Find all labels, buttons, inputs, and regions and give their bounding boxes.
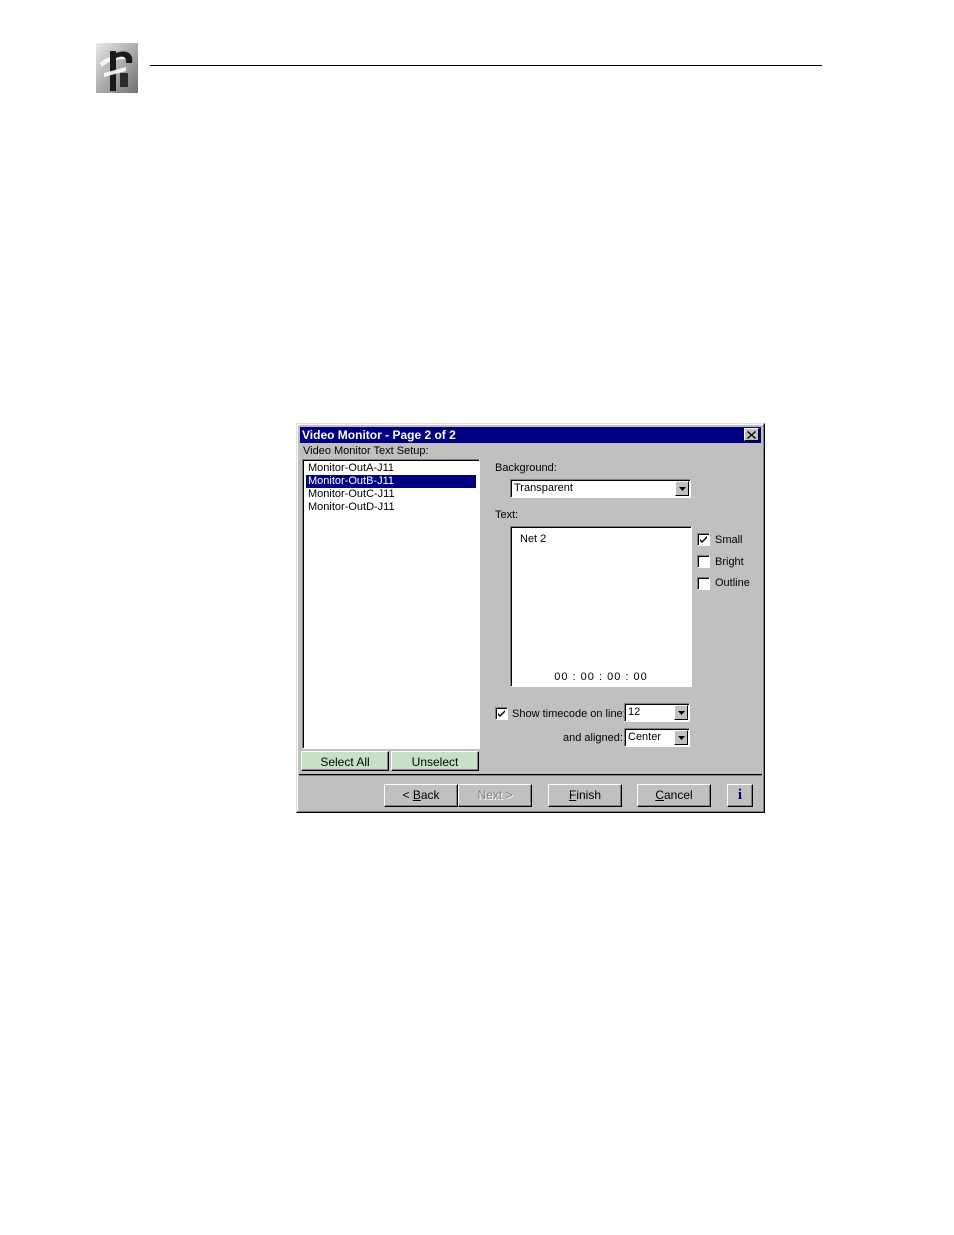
button-separator [299,774,762,776]
alignment-select[interactable]: Center [624,728,690,747]
outline-checkbox[interactable] [697,577,710,590]
monitor-listbox[interactable]: Monitor-OutA-J11 Monitor-OutB-J11 Monito… [302,459,480,749]
dropdown-arrow-icon [678,486,686,491]
info-icon: i [737,787,743,803]
header-rule [150,65,822,66]
show-timecode-label: Show timecode on line: [512,708,626,720]
checkmark-icon [700,536,707,543]
show-timecode-checkbox[interactable] [495,707,508,720]
unselect-button[interactable]: Unselect [391,751,479,771]
finish-rest: inish [576,788,602,802]
list-item-label: Monitor-OutA-J11 [308,462,394,474]
next-button[interactable]: Next > [458,784,532,807]
background-dropdown-button[interactable] [675,481,689,496]
section-label: Video Monitor Text Setup: [303,445,429,457]
bright-checkbox[interactable] [697,555,710,568]
list-item[interactable]: Monitor-OutA-J11 [306,462,476,475]
list-item-label: Monitor-OutB-J11 [308,475,394,487]
small-checkbox[interactable] [697,533,710,546]
aligned-label: and aligned: [563,732,623,744]
list-item[interactable]: Monitor-OutC-J11 [306,488,476,501]
logo-icon [96,43,138,93]
cancel-hotkey: C [655,788,664,802]
checkmark-icon [498,710,505,717]
list-item-selected[interactable]: Monitor-OutB-J11 [306,475,476,488]
list-item-label: Monitor-OutD-J11 [308,501,395,513]
close-button[interactable] [744,428,759,441]
select-all-button[interactable]: Select All [301,751,389,771]
dialog-title: Video Monitor - Page 2 of 2 [302,428,456,442]
background-label: Background: [495,462,557,474]
alignment-value: Center [628,731,662,743]
back-hotkey: B [412,788,421,802]
info-button[interactable]: i [727,784,753,807]
finish-button[interactable]: Finish [548,784,622,807]
background-value: Transparent [514,482,573,494]
back-button[interactable]: < Back [384,784,458,807]
timecode-line-value: 12 [628,706,641,718]
cancel-rest: ancel [663,788,693,802]
back-prefix: < [402,788,413,802]
bright-label: Bright [715,556,744,568]
small-label: Small [715,534,743,546]
background-select[interactable]: Transparent [510,479,691,498]
timecode-preview: 00 : 00 : 00 : 00 [554,671,648,683]
close-icon [747,430,756,439]
back-rest: ack [420,788,440,802]
list-item-label: Monitor-OutC-J11 [308,488,395,500]
video-monitor-dialog: Video Monitor - Page 2 of 2 Video Monito… [296,423,765,813]
list-item[interactable]: Monitor-OutD-J11 [306,501,476,514]
timecode-line-select[interactable]: 12 [624,703,690,722]
dropdown-arrow-icon [677,710,685,715]
timecode-line-dropdown-button[interactable] [674,705,688,720]
dropdown-arrow-icon [677,735,685,740]
alignment-dropdown-button[interactable] [674,730,688,745]
outline-label: Outline [715,577,750,589]
text-label: Text: [495,509,519,521]
text-content: Net 2 [520,533,547,545]
cancel-button[interactable]: Cancel [637,784,711,807]
title-bar[interactable]: Video Monitor - Page 2 of 2 [300,427,761,443]
text-preview-box[interactable]: Net 2 00 : 00 : 00 : 00 [510,526,692,687]
